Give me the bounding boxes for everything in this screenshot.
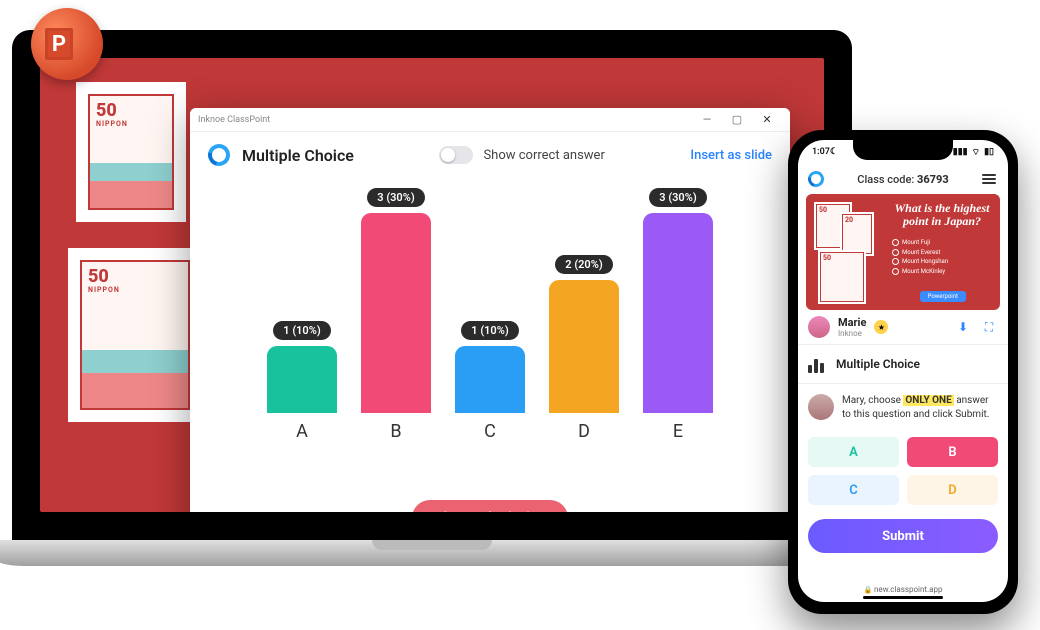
classpoint-logo-icon: [805, 168, 827, 190]
bar-c: 1 (10%) C: [455, 321, 525, 442]
bar-body: [455, 346, 525, 413]
window-title: Inknoe ClassPoint: [198, 115, 692, 125]
instructor-avatar: [808, 394, 834, 420]
bar-d: 2 (20%) D: [549, 255, 619, 442]
crown-badge-icon: ★: [874, 320, 888, 334]
classpoint-logo-icon: [204, 140, 234, 170]
bar-category-label: A: [296, 421, 308, 442]
instruction-text: Mary, choose ONLY ONE answer to this que…: [842, 394, 998, 421]
stamp-region: NIPPON: [96, 120, 128, 128]
maximize-button[interactable]: ▢: [722, 113, 752, 126]
bar-category-label: C: [484, 421, 496, 442]
wifi-icon: ⌔: [972, 147, 980, 158]
results-chart: 1 (10%) A 3 (30%) B 1 (10%) C 2 (20%) D 3 (30%) E: [190, 178, 790, 488]
stamp-region: NIPPON: [88, 286, 120, 294]
class-code: Class code: 36793: [824, 173, 982, 186]
bar-category-label: B: [390, 421, 401, 442]
bar-body: [361, 213, 431, 413]
answer-options: A B C D: [798, 431, 1008, 511]
user-name: Marie: [838, 316, 866, 329]
bar-value-badge: 1 (10%): [461, 321, 518, 340]
bar-b: 3 (30%) B: [361, 188, 431, 442]
bar-value-badge: 2 (20%): [555, 255, 612, 274]
bar-category-label: D: [578, 421, 590, 442]
menu-button[interactable]: [982, 172, 998, 186]
option-b[interactable]: B: [907, 437, 998, 467]
option-d[interactable]: D: [907, 475, 998, 505]
slide-thumbnail[interactable]: 50 20 50 What is the highest point in Ja…: [806, 194, 1000, 310]
stamp-graphic: 50 NIPPON: [76, 82, 186, 222]
phone-notch: [853, 140, 953, 160]
presentation-slide: 50 NIPPON 50 NIPPON est Inkno: [40, 58, 824, 512]
window-chrome: Inknoe ClassPoint — ▢ ✕: [190, 108, 790, 132]
page-url: new.classpoint.app: [798, 582, 1008, 596]
slide-options: Mount Fuji Mount Everest Mount Hongshan …: [892, 238, 992, 276]
question-type-label: Multiple Choice: [836, 357, 920, 371]
insert-as-slide-link[interactable]: Insert as slide: [690, 148, 772, 163]
stamp-value: 50: [88, 266, 109, 287]
user-avatar: [808, 316, 830, 338]
signal-icon: ▮▮▮: [953, 147, 968, 157]
download-button[interactable]: ⬇: [954, 320, 972, 334]
bar-e: 3 (30%) E: [643, 188, 713, 442]
bar-value-badge: 3 (30%): [649, 188, 706, 207]
instruction-row: Mary, choose ONLY ONE answer to this que…: [798, 384, 1008, 431]
option-a[interactable]: A: [808, 437, 899, 467]
laptop-base: [0, 540, 882, 566]
stamp-value: 50: [96, 100, 117, 121]
powerpoint-icon: P: [45, 28, 73, 60]
bar-value-badge: 1 (10%): [273, 321, 330, 340]
user-org: Inknoe: [838, 329, 866, 338]
user-row: Marie Inknoe ★ ⬇ ⛶: [798, 310, 1008, 344]
show-correct-answer-label: Show correct answer: [483, 148, 604, 163]
home-indicator[interactable]: [863, 596, 943, 599]
bar-body: [267, 346, 337, 413]
powerpoint-badge: P: [31, 8, 103, 80]
close-submission-button[interactable]: Close submission: [412, 500, 567, 512]
bar-category-label: E: [673, 421, 683, 442]
expand-button[interactable]: ⛶: [980, 320, 998, 335]
status-time: 1:07: [812, 147, 830, 157]
phone-device: 1:07 ☾ ▮▮▮ ⌔ ▮▯ Class code: 36793 50 20 …: [788, 130, 1018, 614]
stamp-graphic: 50 NIPPON: [68, 248, 202, 422]
bar-chart-icon: [808, 355, 826, 373]
show-correct-answer-toggle[interactable]: [439, 146, 473, 164]
bar-a: 1 (10%) A: [267, 321, 337, 442]
slide-question: What is the highest point in Japan?: [892, 202, 992, 228]
do-not-disturb-icon: ☾: [830, 147, 838, 157]
option-c[interactable]: C: [808, 475, 899, 505]
bar-value-badge: 3 (30%): [367, 188, 424, 207]
question-type-section: Multiple Choice: [798, 344, 1008, 384]
battery-icon: ▮▯: [984, 147, 994, 157]
bar-body: [549, 280, 619, 413]
bar-body: [643, 213, 713, 413]
modal-title: Multiple Choice: [242, 146, 354, 165]
minimize-button[interactable]: —: [692, 113, 722, 126]
close-window-button[interactable]: ✕: [752, 113, 782, 126]
classpoint-window: Inknoe ClassPoint — ▢ ✕ Multiple Choice …: [190, 108, 790, 512]
laptop-device: 50 NIPPON 50 NIPPON est Inkno: [12, 30, 852, 590]
submit-button[interactable]: Submit: [808, 519, 998, 553]
slide-play-button[interactable]: Powerpoint: [920, 291, 966, 302]
